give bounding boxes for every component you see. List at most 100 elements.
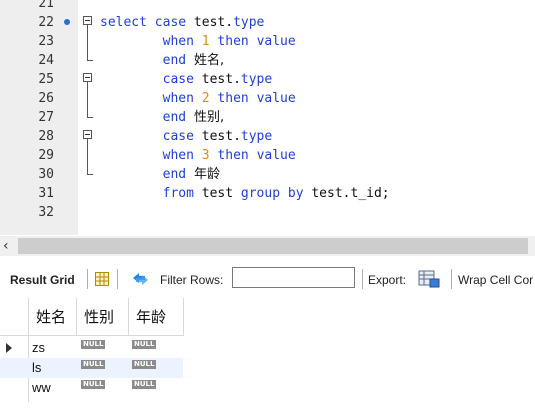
- column-header-age[interactable]: 年龄: [128, 298, 183, 336]
- result-grid: 姓名 性别 年龄 zs NULL NULL ls NULL NULL ww NU…: [0, 298, 535, 414]
- sql-editor[interactable]: 21 22 select case test.type 23 when 1 then …: [0, 0, 535, 235]
- filter-rows-label: Filter Rows:: [160, 273, 224, 287]
- column-header-name[interactable]: 姓名: [28, 298, 76, 336]
- sql-keyword: case: [154, 15, 187, 30]
- line-number: 25: [38, 72, 54, 87]
- sql-text: test.: [193, 72, 241, 87]
- result-grid-button[interactable]: Result Grid: [10, 273, 75, 287]
- table-row[interactable]: zs NULL NULL: [0, 338, 183, 358]
- line-number: 27: [38, 110, 54, 125]
- cell-age-null[interactable]: NULL: [132, 380, 157, 389]
- wrap-cell-content-label[interactable]: Wrap Cell Cor: [458, 273, 533, 287]
- current-row-indicator-icon: [6, 343, 12, 353]
- sql-keyword: then: [217, 34, 249, 49]
- editor-horizontal-scrollbar[interactable]: ‹: [0, 236, 535, 256]
- code-line[interactable]: 25 case test.type: [0, 70, 535, 89]
- code-text: when 3 then value: [100, 146, 296, 165]
- export-label: Export:: [368, 273, 407, 287]
- code-text: when 2 then value: [100, 89, 296, 108]
- cell-gender-null[interactable]: NULL: [81, 340, 106, 349]
- cell-gender-null[interactable]: NULL: [81, 380, 106, 389]
- sql-keyword: when: [162, 91, 194, 106]
- toolbar-divider: [87, 269, 88, 289]
- current-statement-dot-icon: [64, 19, 70, 25]
- filter-rows-input[interactable]: [232, 267, 355, 288]
- sql-keyword: end: [162, 53, 187, 68]
- sql-number: 1: [201, 34, 210, 49]
- sql-keyword: by: [287, 186, 304, 201]
- sql-text: test.t_id;: [303, 186, 390, 201]
- grid-view-icon[interactable]: [95, 272, 109, 286]
- cell-name[interactable]: zs: [32, 338, 45, 358]
- table-row[interactable]: ls NULL NULL: [0, 358, 183, 378]
- sql-keyword: then: [217, 148, 249, 163]
- code-text: select case test.type: [100, 13, 264, 32]
- line-number: 30: [38, 167, 54, 182]
- sql-number: 3: [201, 148, 210, 163]
- sql-text: test.: [186, 15, 234, 30]
- code-line[interactable]: 22 select case test.type: [0, 13, 535, 32]
- sql-text: test: [193, 186, 241, 201]
- fold-collapse-icon[interactable]: [83, 73, 92, 82]
- fold-end-marker: [87, 60, 93, 61]
- cell-gender-null[interactable]: NULL: [81, 360, 106, 369]
- scrollbar-thumb[interactable]: [18, 238, 528, 254]
- code-line[interactable]: 30 end 年龄: [0, 139, 535, 184]
- sql-keyword: group: [240, 186, 281, 201]
- code-line[interactable]: 26 when 2 then value: [0, 89, 535, 108]
- code-line[interactable]: 23 when 1 then value: [0, 32, 535, 51]
- sql-text: 年龄: [193, 167, 220, 182]
- fold-guide-line: [87, 139, 88, 174]
- export-icon[interactable]: [418, 270, 440, 288]
- line-number: 22: [38, 15, 54, 30]
- sql-number: 2: [201, 91, 210, 106]
- scroll-left-icon[interactable]: ‹: [3, 236, 9, 256]
- sql-text: 性别,: [193, 110, 225, 125]
- cell-age-null[interactable]: NULL: [132, 360, 157, 369]
- fold-guide-line: [87, 82, 88, 117]
- fold-collapse-icon[interactable]: [83, 130, 92, 139]
- table-row[interactable]: ww NULL NULL: [0, 378, 183, 398]
- sql-keyword: select: [100, 15, 147, 30]
- code-text: end 年龄: [100, 165, 220, 184]
- cell-name[interactable]: ww: [32, 378, 51, 398]
- column-header-gender[interactable]: 性别: [76, 298, 128, 336]
- code-line[interactable]: 27 end 性别,: [0, 82, 535, 127]
- fold-collapse-icon[interactable]: [83, 16, 92, 25]
- code-line[interactable]: 29 when 3 then value: [0, 146, 535, 165]
- cell-age-null[interactable]: NULL: [132, 340, 157, 349]
- code-line[interactable]: 32: [0, 203, 535, 222]
- sql-keyword: end: [162, 167, 187, 182]
- code-line[interactable]: 28 case test.type: [0, 127, 535, 146]
- refresh-icon[interactable]: [130, 271, 150, 287]
- sql-keyword: type: [233, 15, 265, 30]
- code-text: end 性别,: [100, 108, 224, 127]
- cell-name[interactable]: ls: [32, 358, 41, 378]
- sql-keyword: when: [162, 34, 194, 49]
- sql-keyword: type: [240, 72, 273, 87]
- code-line[interactable]: 31 from test group by test.t_id;: [0, 184, 535, 203]
- column-divider: [128, 298, 129, 336]
- code-text: when 1 then value: [100, 32, 296, 51]
- line-number: 31: [38, 186, 54, 201]
- sql-keyword: from: [162, 186, 194, 201]
- code-line[interactable]: 21: [0, 0, 535, 13]
- toolbar-divider: [362, 269, 363, 289]
- column-divider: [183, 298, 184, 336]
- column-divider: [76, 298, 77, 336]
- code-line[interactable]: 24 end 姓名,: [0, 25, 535, 70]
- code-text: from test group by test.t_id;: [100, 184, 390, 203]
